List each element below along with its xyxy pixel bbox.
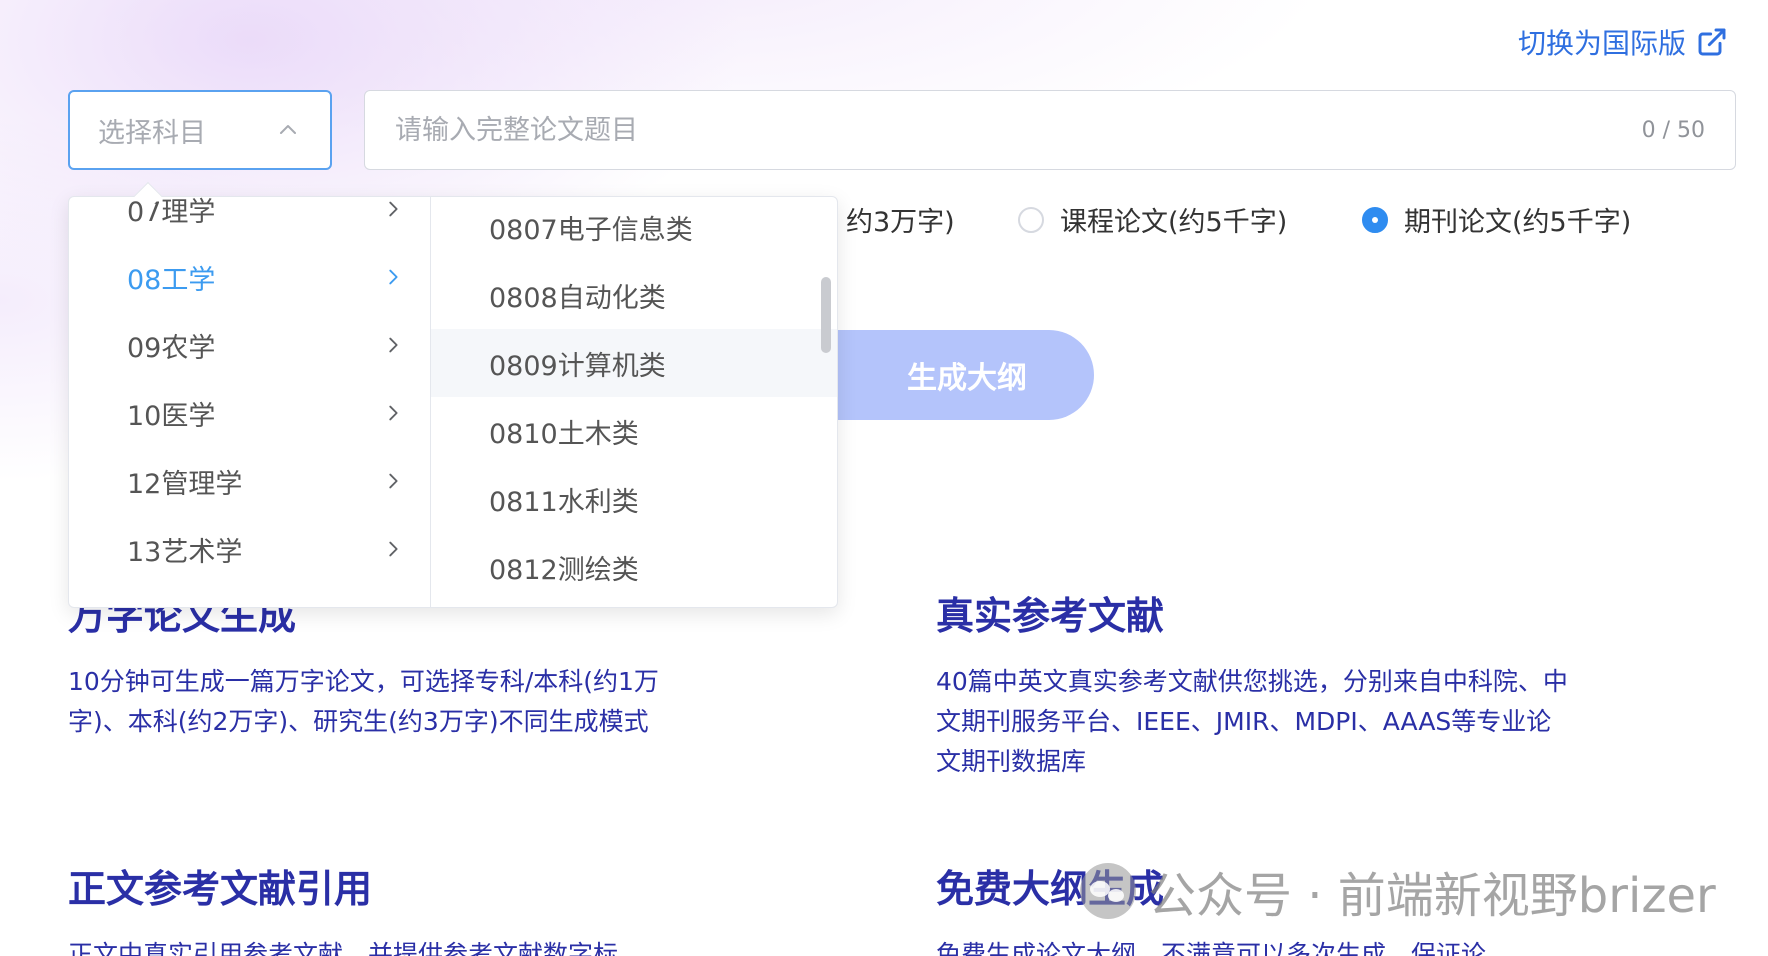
feature-card: 万字论文生成 10分钟可生成一篇万字论文，可选择专科/本科(约1万字)、本科(约… (68, 585, 708, 742)
switch-link-label: 切换为国际版 (1517, 27, 1686, 60)
subject-select-placeholder: 选择科目 (98, 117, 206, 149)
radio-label: 约3万字) (846, 207, 955, 238)
subcategory-label: 0808自动化类 (489, 282, 666, 314)
category-label: 13艺术学 (127, 536, 243, 568)
subcategory-option[interactable]: 0807电子信息类 (431, 197, 837, 261)
subcategory-option[interactable]: 0812测绘类 (431, 533, 837, 601)
subcategory-label: 0812测绘类 (489, 554, 639, 586)
subcategory-option[interactable]: 0808自动化类 (431, 261, 837, 329)
paper-title-input[interactable] (395, 114, 1642, 146)
subcategory-option[interactable]: 0810土木类 (431, 397, 837, 465)
radio-circle-icon (1018, 206, 1044, 233)
subcategory-label: 0809计算机类 (489, 350, 666, 382)
radio-graduate[interactable]: 约3万字) (846, 200, 955, 239)
paper-title-field[interactable]: 0 / 50 (364, 90, 1736, 170)
subcategory-panel: 0807电子信息类 0808自动化类 0809计算机类 0810土木类 0811… (431, 197, 837, 607)
feature-text: 40篇中英文真实参考文献供您挑选，分别来自中科院、中文期刊服务平台、IEEE、J… (936, 667, 1568, 776)
category-option[interactable]: 08工学 (69, 243, 430, 311)
chevron-right-icon (389, 269, 398, 285)
category-label: 10医学 (127, 400, 216, 432)
feature-card: 真实参考文献 40篇中英文真实参考文献供您挑选，分别来自中科院、中文期刊服务平台… (936, 585, 1576, 782)
subcategory-label: 0810土木类 (489, 418, 639, 450)
chevron-right-icon (389, 405, 398, 421)
chevron-right-icon (389, 541, 398, 557)
category-label: 09农学 (127, 332, 216, 364)
feature-title: 真实参考文献 (936, 594, 1165, 638)
subcategory-scrollbar[interactable] (821, 277, 831, 353)
category-option[interactable]: 13艺术学 (69, 515, 430, 583)
watermark: 公众号 · 前端新视野brizer (1080, 856, 1716, 926)
category-option[interactable]: 07理学 (69, 197, 430, 243)
subcategory-option[interactable]: 0811水利类 (431, 465, 837, 533)
external-link-icon (1698, 28, 1726, 56)
radio-label: 课程论文(约5千字) (1060, 207, 1288, 238)
category-label: 12管理学 (127, 468, 243, 500)
chevron-right-icon (389, 473, 398, 489)
feature-text: 免费生成论文大纲，不满意可以多次生成，保证论 (936, 940, 1487, 956)
feature-card: 正文参考文献引用 正文中真实引用参考文献，并提供参考文献数字标 (68, 858, 708, 956)
wechat-icon (1080, 863, 1136, 919)
category-option[interactable]: 10医学 (69, 379, 430, 447)
subject-cascader-dropdown: 07理学 08工学 09农学 10医学 12管理学 13艺术学 0807电子信息… (68, 196, 838, 608)
subcategory-label: 0807电子信息类 (489, 214, 693, 246)
watermark-text: 公众号 · 前端新视野brizer (1148, 868, 1716, 924)
category-option[interactable]: 09农学 (69, 311, 430, 379)
subject-select[interactable]: 选择科目 (68, 90, 332, 170)
feature-text: 正文中真实引用参考文献，并提供参考文献数字标 (68, 940, 619, 956)
feature-title: 正文参考文献引用 (68, 867, 373, 911)
chevron-right-icon (389, 337, 398, 353)
category-panel: 07理学 08工学 09农学 10医学 12管理学 13艺术学 (69, 197, 431, 607)
generate-button-label: 生成大纲 (907, 361, 1027, 396)
feature-text: 10分钟可生成一篇万字论文，可选择专科/本科(约1万字)、本科(约2万字)、研究… (68, 667, 659, 736)
category-label: 08工学 (127, 264, 216, 296)
radio-course-paper[interactable]: 课程论文(约5千字) (1018, 200, 1287, 239)
category-option[interactable]: 12管理学 (69, 447, 430, 515)
radio-checked-icon (1362, 206, 1388, 233)
subcategory-option[interactable]: 0809计算机类 (431, 329, 837, 397)
char-counter: 0 / 50 (1641, 117, 1705, 143)
radio-journal-paper[interactable]: 期刊论文(约5千字) (1362, 200, 1631, 239)
switch-international-link[interactable]: 切换为国际版 (1518, 22, 1728, 62)
chevron-right-icon (389, 201, 398, 217)
radio-label: 期刊论文(约5千字) (1404, 207, 1632, 238)
subcategory-label: 0811水利类 (489, 486, 639, 518)
chevron-up-icon (280, 125, 296, 134)
